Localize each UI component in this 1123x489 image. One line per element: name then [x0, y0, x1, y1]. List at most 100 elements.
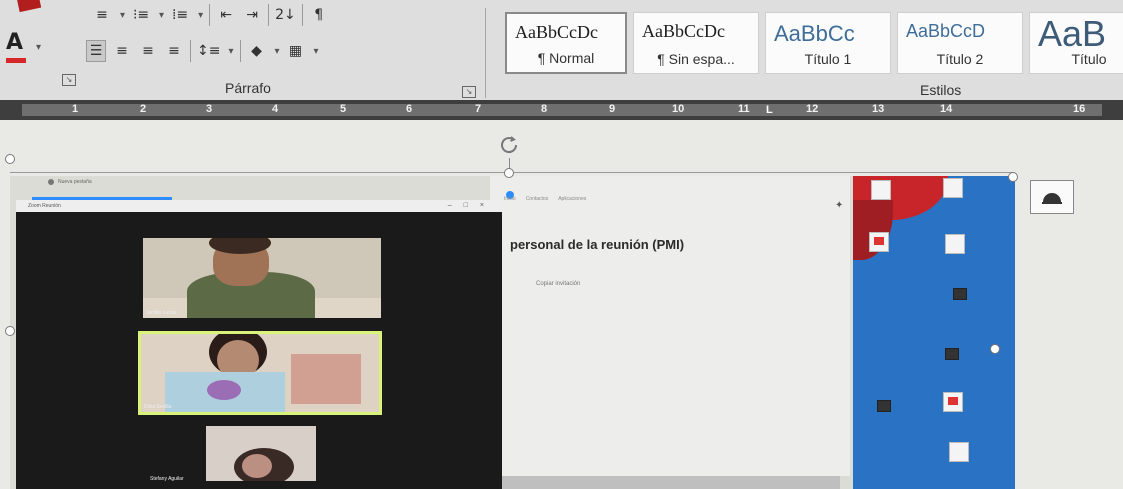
ruler-tick: 14 [940, 103, 953, 115]
highlight-color-swatch[interactable] [16, 0, 42, 13]
paragraph-dialog-launcher-icon[interactable]: ↘ [462, 86, 476, 98]
ruler-tick: 16 [1073, 103, 1086, 115]
ruler-tick: 6 [406, 103, 413, 115]
ruler-tick: 7 [475, 103, 482, 115]
video-tile: Jordán Lucas [143, 238, 381, 318]
increase-indent-icon[interactable]: ⇥ [242, 4, 262, 26]
embedded-picture[interactable]: Inicio Contactos Aplicaciones personal d… [10, 176, 1015, 489]
document-area[interactable]: Inicio Contactos Aplicaciones personal d… [0, 120, 1123, 489]
resize-handle[interactable] [5, 154, 15, 164]
chevron-down-icon[interactable]: ▾ [120, 10, 125, 21]
style-heading-1[interactable]: AaBbCc Título 1 [765, 12, 891, 74]
ruler-tick: 5 [340, 103, 347, 115]
pdf-icon [869, 232, 889, 252]
resize-handle[interactable] [5, 326, 15, 336]
pdf-icon [943, 392, 963, 412]
font-color-icon[interactable]: A [6, 30, 27, 63]
style-heading-2[interactable]: AaBbCcD Título 2 [897, 12, 1023, 74]
group-divider [485, 8, 486, 98]
style-sample: AaB [1038, 13, 1107, 54]
paragraph-row-1: ≡ ▾ ⁝≡ ▾ ⁞≡ ▾ ⇤ ⇥ 2↓ ¶ [92, 4, 329, 26]
align-right-button[interactable]: ≡ [138, 40, 158, 62]
ruler-tick: 3 [206, 103, 213, 115]
meeting-title: personal de la reunión (PMI) [510, 237, 685, 252]
ruler-tick: 1 [72, 103, 79, 115]
line-spacing-icon[interactable]: ↕≡ [197, 40, 220, 62]
numbering-icon[interactable]: ⁝≡ [131, 4, 151, 26]
participant-name: Jordán Lucas [146, 310, 177, 316]
style-no-spacing[interactable]: AaBbCcDc ¶ Sin espa... [633, 12, 759, 74]
document-icon [949, 442, 969, 462]
video-background [291, 354, 361, 404]
sort-icon[interactable]: 2↓ [275, 4, 296, 26]
zoom-meeting-window: Zoom Reunión –□× Jordán Lucas Dilsa Sevi… [16, 197, 502, 489]
tab-favicon [48, 179, 54, 185]
style-sample: AaBbCcD [906, 21, 986, 41]
participant-name: Stefany Aguilar [150, 476, 184, 482]
ribbon: ≡ ▾ ⁝≡ ▾ ⁞≡ ▾ ⇤ ⇥ 2↓ ¶ A ▾ ☰ ≡ ≡ ≡ ↕≡ ▾ ◆ ▾ ▦… [0, 0, 1123, 100]
divider [239, 40, 241, 62]
tab-title: Nueva pestaña [58, 179, 92, 185]
chevron-down-icon[interactable]: ▾ [275, 46, 280, 57]
ruler-tick: 8 [541, 103, 548, 115]
style-label: Título [1071, 51, 1107, 67]
recycle-bin-icon [945, 234, 965, 254]
folder-icon [943, 178, 963, 198]
settings-icon: ✦ [835, 200, 844, 211]
window-controls: –□× [447, 202, 496, 209]
style-title[interactable]: AaB Título [1029, 12, 1123, 74]
participant-name: Dilsa Sevilla [144, 404, 172, 410]
ruler-tick: 12 [806, 103, 819, 115]
decrease-indent-icon[interactable]: ⇤ [216, 4, 236, 26]
chevron-down-icon[interactable]: ▾ [228, 46, 233, 57]
bullets-icon[interactable]: ≡ [92, 4, 112, 26]
resize-handle[interactable] [504, 168, 514, 178]
book-illustration [207, 380, 241, 400]
pilcrow-icon[interactable]: ¶ [309, 4, 329, 26]
shading-icon[interactable]: ◆ [247, 40, 267, 62]
divider [268, 4, 270, 26]
video-tile [206, 426, 316, 481]
tab-apps: Aplicaciones [558, 196, 587, 202]
chevron-down-icon[interactable]: ▾ [314, 46, 319, 57]
borders-icon[interactable]: ▦ [286, 40, 306, 62]
resize-handle[interactable] [1008, 172, 1018, 182]
justify-button[interactable]: ≡ [164, 40, 184, 62]
app-icon [877, 400, 891, 412]
chevron-down-icon[interactable]: ▾ [159, 10, 164, 21]
tab-stop-marker[interactable]: L [766, 104, 773, 116]
style-label: ¶ Normal [537, 50, 595, 66]
ruler-tick: 11 [738, 103, 750, 115]
styles-group-label: Estilos [920, 82, 962, 98]
paragraph-group-label: Párrafo [225, 80, 271, 96]
taskbar-strip [490, 476, 840, 489]
font-dialog-launcher-icon[interactable]: ↘ [62, 74, 76, 86]
app-icon [945, 348, 959, 360]
horizontal-ruler[interactable]: 1 2 3 4 5 6 7 8 9 10 11 L 12 13 14 16 [0, 100, 1123, 120]
chevron-down-icon[interactable]: ▾ [198, 10, 203, 21]
paragraph-row-2: ☰ ≡ ≡ ≡ ↕≡ ▾ ◆ ▾ ▦ ▾ [86, 40, 319, 62]
divider [190, 40, 191, 62]
chevron-down-icon[interactable]: ▾ [36, 42, 41, 53]
tab-home: Inicio [504, 196, 516, 202]
ruler-tick: 13 [872, 103, 885, 115]
windows-desktop [853, 176, 1015, 489]
layout-options-button[interactable] [1030, 180, 1074, 214]
app-icon [953, 288, 967, 300]
style-normal[interactable]: AaBbCcDc ¶ Normal [505, 12, 627, 74]
rotate-icon[interactable] [496, 132, 522, 158]
style-sample: AaBbCc [774, 21, 855, 46]
participant-head [242, 454, 272, 478]
video-tile-active-speaker: Dilsa Sevilla [138, 331, 382, 415]
multilevel-list-icon[interactable]: ⁞≡ [170, 4, 190, 26]
zoom-home-panel [490, 176, 850, 476]
style-label: ¶ Sin espa... [657, 51, 735, 67]
styles-gallery: AaBbCcDc ¶ Normal AaBbCcDc ¶ Sin espa...… [505, 12, 1123, 78]
copy-invite-link: Copiar invitación [536, 281, 581, 287]
ruler-tick: 10 [672, 103, 685, 115]
resize-handle[interactable] [990, 344, 1000, 354]
layout-options-icon [1042, 193, 1062, 204]
center-button[interactable]: ≡ [112, 40, 132, 62]
browser-tab: Nueva pestaña [30, 179, 220, 191]
align-left-button[interactable]: ☰ [86, 40, 106, 62]
